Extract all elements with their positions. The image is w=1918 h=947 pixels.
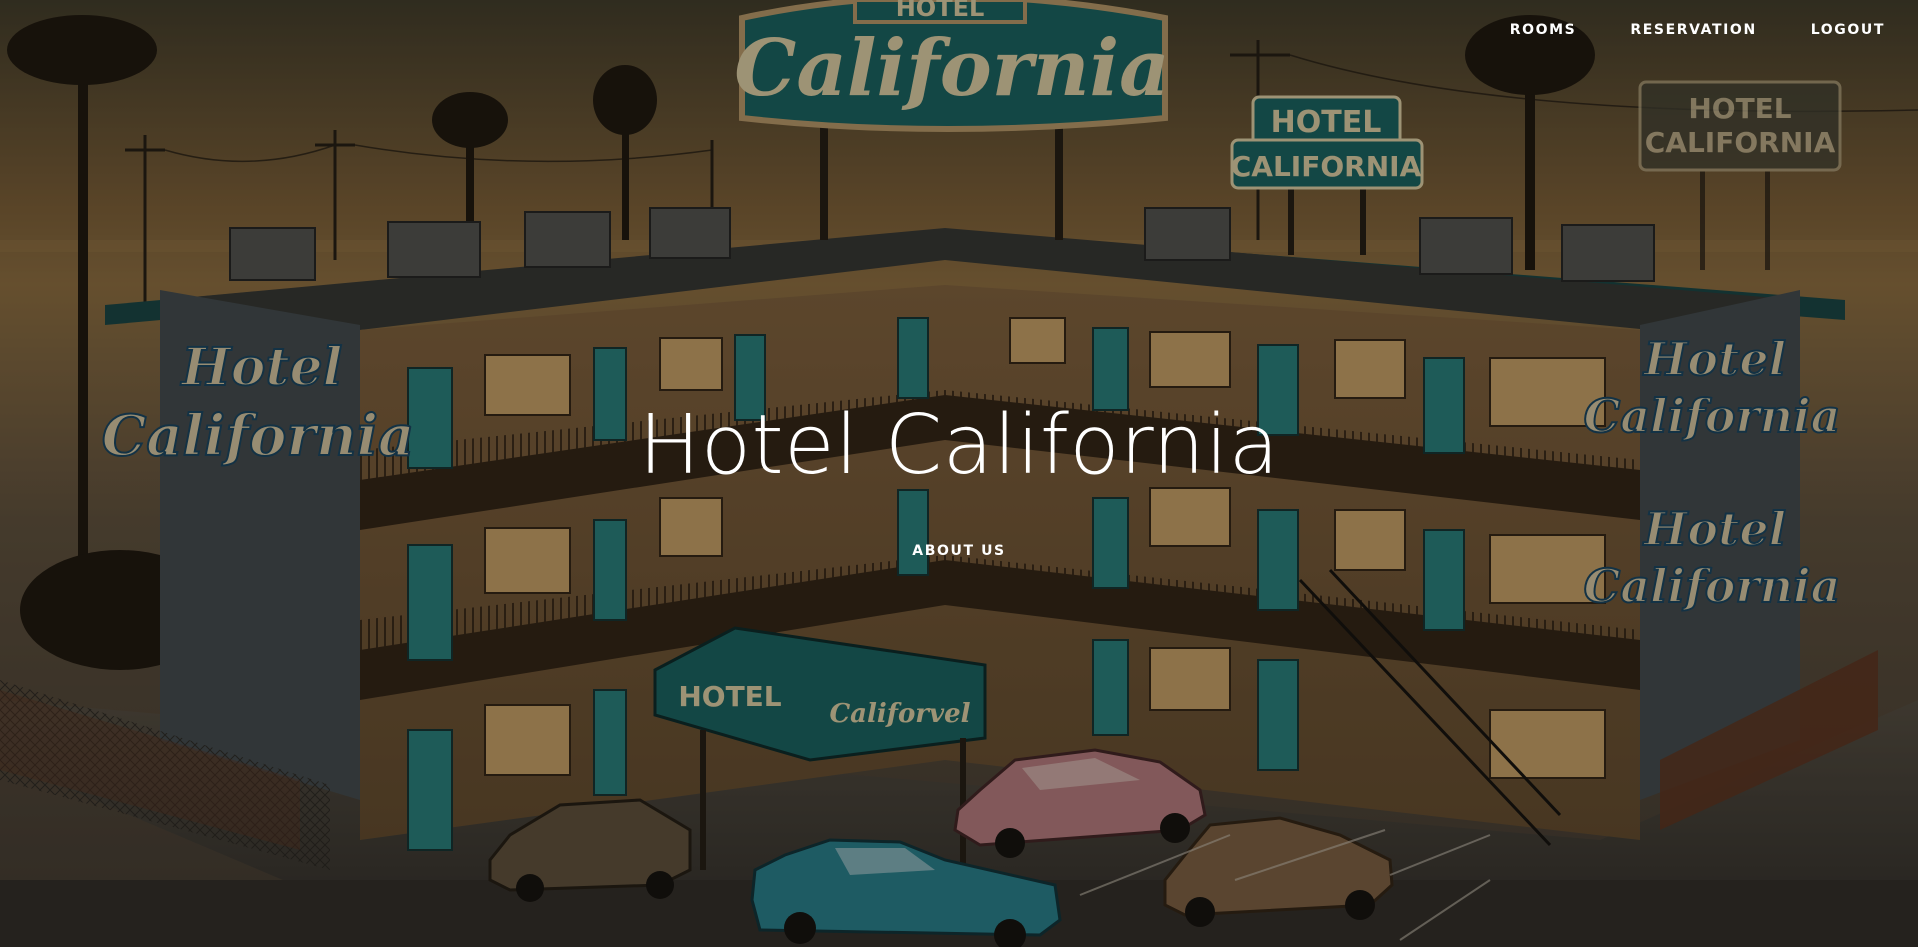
nav-rooms-link[interactable]: ROOMS — [1510, 18, 1577, 42]
page-title: Hotel California — [638, 398, 1280, 493]
nav-reservation-link[interactable]: RESERVATION — [1630, 18, 1756, 42]
about-us-link[interactable]: ABOUT US — [912, 543, 1005, 559]
about-us-container: ABOUT US — [0, 540, 1918, 559]
nav-logout-link[interactable]: LOGOUT — [1811, 18, 1885, 42]
hero-section: California HOTEL HOTEL CALIFORNIA HOTEL … — [0, 0, 1918, 947]
top-navigation: ROOMS RESERVATION LOGOUT — [1456, 18, 1885, 42]
